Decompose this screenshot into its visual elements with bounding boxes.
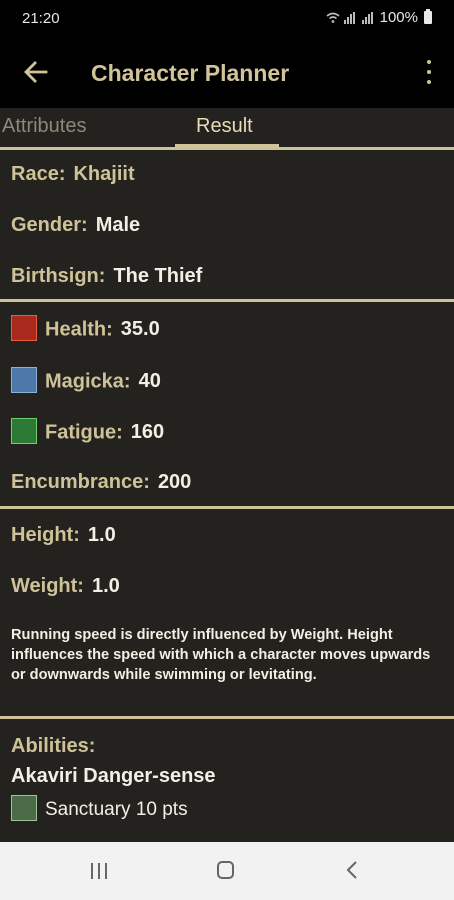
health-icon	[11, 315, 37, 341]
signal-icon	[343, 11, 355, 24]
speed-note: Running speed is directly influenced by …	[11, 627, 431, 683]
weight-value: 1.0	[91, 575, 120, 597]
gender-row: Gender: Male	[11, 214, 140, 237]
magicka-row: Magicka: 40	[11, 367, 161, 395]
health-label: Health:	[45, 318, 113, 341]
screen: 21:20 100% Character Planner Attributes …	[0, 0, 454, 900]
tab-result[interactable]: Result	[196, 115, 253, 138]
divider	[0, 716, 454, 719]
tab-bar: Attributes Result	[0, 108, 454, 148]
app-title: Character Planner	[91, 60, 290, 86]
height-value: 1.0	[87, 524, 116, 546]
recent-apps-icon[interactable]	[91, 863, 107, 879]
battery-percent: 100%	[379, 9, 418, 26]
abilities-title: Abilities:	[11, 735, 96, 757]
ability-effect-row: Sanctuary 10 pts	[11, 795, 188, 823]
weight-row: Weight: 1.0	[11, 575, 120, 598]
fatigue-row: Fatigue: 160	[11, 418, 165, 446]
height-row: Height: 1.0	[11, 524, 116, 547]
home-icon[interactable]	[217, 861, 234, 879]
status-icons: 100%	[326, 9, 432, 26]
encumbrance-row: Encumbrance: 200	[11, 471, 191, 494]
ability-name: Akaviri Danger-sense	[11, 765, 216, 787]
app-bar: Character Planner	[0, 36, 454, 108]
fatigue-value: 160	[130, 421, 165, 444]
birthsign-value: The Thief	[113, 265, 203, 287]
gender-value: Male	[95, 214, 141, 236]
status-bar: 21:20 100%	[0, 0, 454, 36]
system-nav-bar	[0, 842, 454, 900]
birthsign-row: Birthsign: The Thief	[11, 265, 202, 288]
magicka-label: Magicka:	[45, 370, 131, 393]
signal-icon-2	[361, 11, 373, 24]
magicka-icon	[11, 367, 37, 393]
weight-label: Weight:	[11, 575, 84, 597]
gender-label: Gender:	[11, 214, 88, 236]
nav-back-icon[interactable]	[345, 860, 359, 880]
encumbrance-value: 200	[157, 471, 192, 493]
sanctuary-icon	[11, 795, 37, 821]
race-row: Race: Khajiit	[11, 163, 135, 186]
arrow-left-icon[interactable]	[22, 58, 50, 86]
race-label: Race:	[11, 163, 66, 185]
height-label: Height:	[11, 524, 80, 546]
encumbrance-label: Encumbrance:	[11, 471, 150, 493]
tab-attributes[interactable]: Attributes	[2, 115, 86, 138]
race-value: Khajiit	[73, 163, 135, 185]
fatigue-label: Fatigue:	[45, 421, 123, 444]
divider	[0, 506, 454, 509]
divider	[0, 147, 454, 150]
health-row: Health: 35.0	[11, 315, 160, 343]
divider	[0, 299, 454, 302]
magicka-value: 40	[138, 370, 161, 393]
wifi-icon	[326, 12, 340, 23]
more-vertical-icon[interactable]	[424, 60, 434, 84]
ability-effect: Sanctuary 10 pts	[45, 799, 188, 821]
battery-icon	[424, 9, 432, 24]
fatigue-icon	[11, 418, 37, 444]
status-time: 21:20	[22, 10, 60, 27]
birthsign-label: Birthsign:	[11, 265, 106, 287]
health-value: 35.0	[120, 318, 160, 341]
